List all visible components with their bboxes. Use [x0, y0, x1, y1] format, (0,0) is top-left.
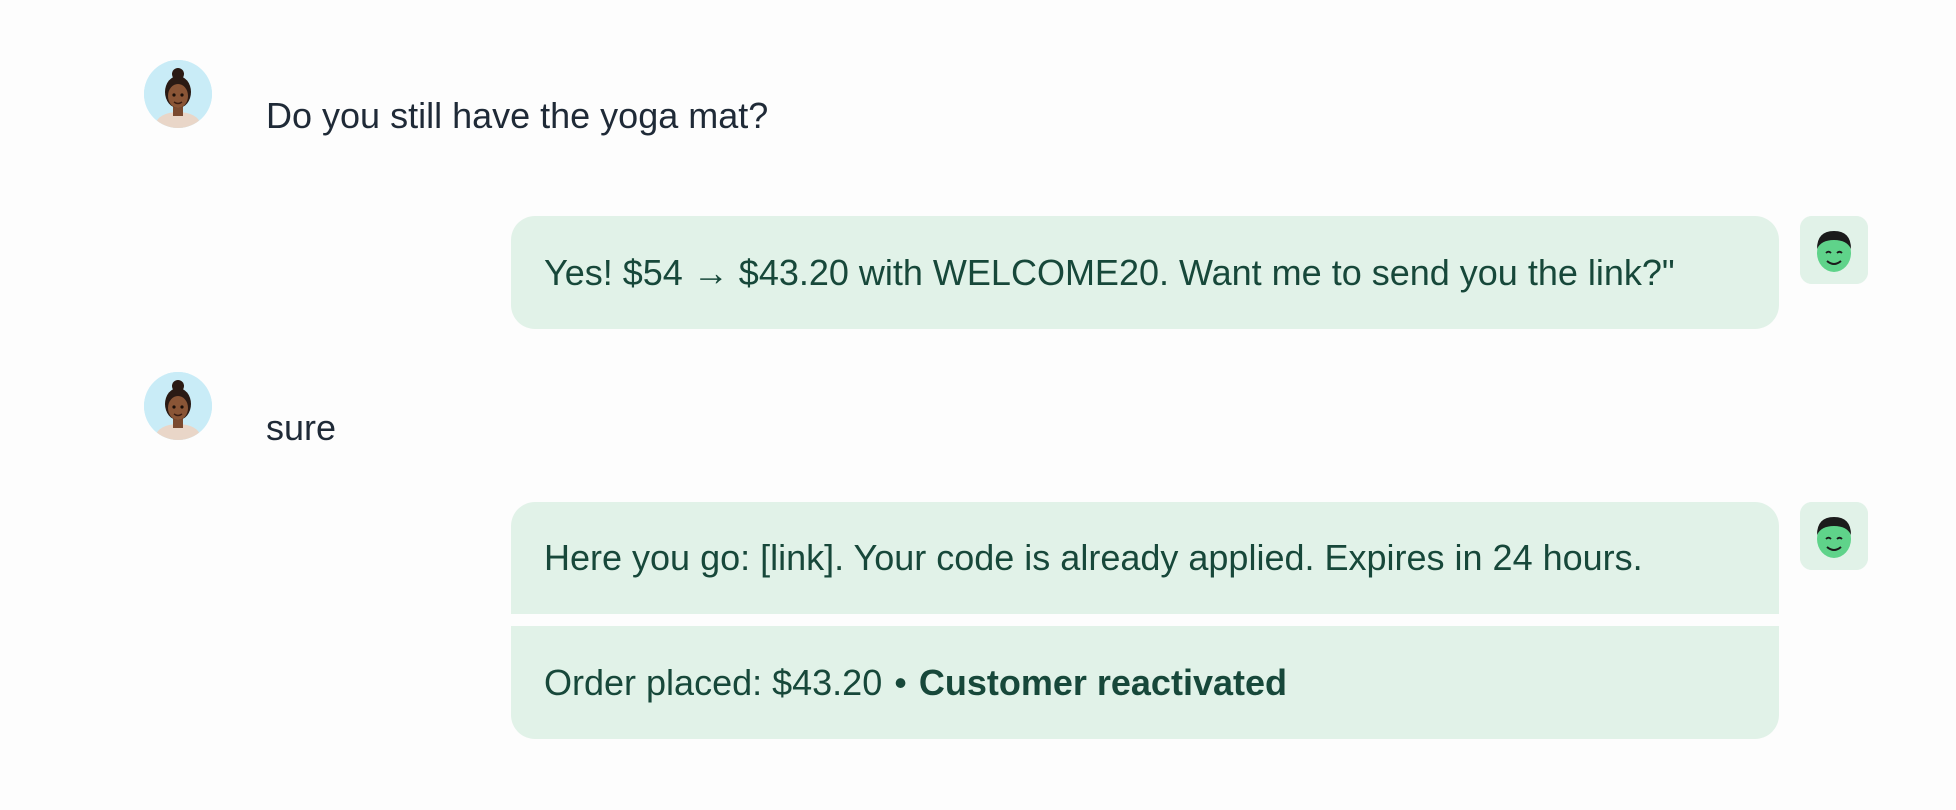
bot-message-text: Here you go: [link]. Your code is alread… — [544, 537, 1643, 578]
smiling-bot-avatar-icon — [1800, 216, 1868, 284]
user-avatar — [144, 372, 212, 440]
user-message-text: Do you still have the yoga mat? — [266, 95, 769, 136]
smiling-bot-avatar-icon — [1800, 502, 1868, 570]
user-avatar — [144, 60, 212, 128]
customer-status-label: Customer reactivated — [918, 661, 1287, 703]
bot-avatar — [1800, 216, 1868, 284]
bot-avatar — [1800, 502, 1868, 570]
bot-message-text: Yes! $54 → $43.20 with WELCOME20. Want m… — [544, 251, 1675, 293]
bot-message-bubble: Here you go: [link]. Your code is alread… — [511, 502, 1779, 614]
woman-avatar-icon — [144, 372, 212, 440]
woman-avatar-icon — [144, 60, 212, 128]
order-status-bubble: Order placed: $43.20 • Customer reactiva… — [511, 626, 1779, 739]
order-status-text: Order placed: $43.20 — [544, 661, 883, 703]
user-message-text: sure — [266, 407, 337, 448]
status-separator: • — [894, 661, 907, 703]
bot-message-bubble: Yes! $54 → $43.20 with WELCOME20. Want m… — [511, 216, 1779, 329]
chat-thread: Do you still have the yoga mat? Yes! $54… — [0, 0, 1956, 810]
